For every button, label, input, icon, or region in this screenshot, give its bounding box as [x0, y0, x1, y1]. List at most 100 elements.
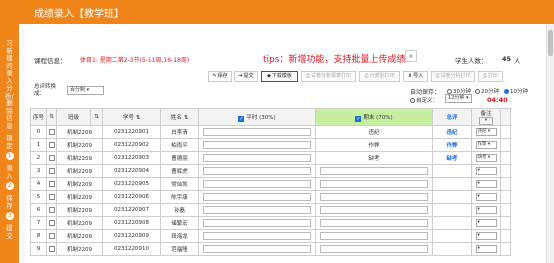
remark-select[interactable]: ▾ — [475, 245, 497, 253]
custom-interval-select[interactable]: 12分钟 ▾ — [445, 94, 472, 103]
category-print-button[interactable]: ⎙分类别打印 — [359, 71, 400, 82]
submit-button[interactable]: ➜提交 — [234, 71, 258, 82]
regular-score-input[interactable] — [203, 193, 311, 201]
row-checkbox[interactable] — [48, 219, 55, 226]
cell-final[interactable] — [315, 216, 433, 230]
regular-score-input[interactable] — [203, 219, 311, 227]
cell-regular[interactable] — [198, 190, 316, 204]
cell-regular[interactable] — [198, 203, 316, 217]
remark-select[interactable]: ▾ — [475, 219, 497, 227]
sidebar-item-help[interactable]: 习新建的录入分析/删除信息 — [4, 39, 16, 130]
cell-select[interactable] — [46, 164, 57, 178]
remark-select[interactable]: 违纪 ▾ — [475, 128, 497, 136]
remark-select[interactable]: ▾ — [475, 180, 497, 188]
total-convert-select[interactable]: 百分制 ▾ — [67, 86, 104, 95]
cell-final[interactable] — [315, 203, 433, 217]
cell-regular[interactable] — [198, 151, 316, 165]
download-template-button[interactable]: ◆下载模板 — [261, 71, 298, 82]
final-score-input[interactable] — [320, 180, 428, 188]
regular-score-input[interactable] — [203, 180, 311, 188]
cell-final[interactable] — [315, 177, 433, 191]
header-student-id[interactable]: 学号 ⇅ — [102, 108, 161, 126]
remark-header-select[interactable]: ▾ — [479, 117, 493, 125]
analysis-report-print-button[interactable]: ⎙试卷分析报表打印 — [301, 71, 356, 82]
header-final[interactable]: ✓ 期末 (70%) — [315, 108, 433, 126]
paper-analysis-print-button[interactable]: ⎙试卷分析打印 — [431, 71, 475, 82]
row-checkbox[interactable] — [48, 245, 55, 252]
cell-final[interactable] — [315, 242, 433, 256]
header-class-sort[interactable]: ⇅ — [90, 108, 103, 126]
remark-select[interactable]: ▾ — [475, 206, 497, 214]
cell-final[interactable] — [315, 229, 433, 243]
cell-final[interactable] — [315, 164, 433, 178]
sidebar-item-lock[interactable]: 锁定 1 — [4, 134, 16, 160]
cell-regular[interactable] — [198, 125, 316, 139]
cell-final[interactable]: 作弊 — [315, 138, 433, 152]
cell-select[interactable] — [46, 229, 57, 243]
save-button[interactable]: ✎保存 — [208, 71, 232, 82]
regular-score-input[interactable] — [203, 154, 311, 162]
cell-final[interactable] — [315, 190, 433, 204]
regular-score-input[interactable] — [203, 245, 311, 253]
cell-remark[interactable]: ▾ — [471, 164, 501, 178]
regular-score-input[interactable] — [203, 141, 311, 149]
regular-score-input[interactable] — [203, 128, 311, 136]
cell-regular[interactable] — [198, 164, 316, 178]
regular-score-input[interactable] — [203, 167, 311, 175]
sidebar-item-submit[interactable]: 提交 — [4, 224, 16, 240]
cell-select[interactable] — [46, 216, 57, 230]
cell-regular[interactable] — [198, 229, 316, 243]
row-checkbox[interactable] — [48, 180, 55, 187]
cell-remark[interactable]: ▾ — [471, 229, 501, 243]
remark-select[interactable]: 作弊 ▾ — [475, 141, 497, 149]
autosave-10min-radio[interactable]: 10分钟 — [504, 87, 528, 95]
remark-select[interactable]: ▾ — [475, 193, 497, 201]
regular-checkbox[interactable]: ✓ — [238, 115, 245, 122]
row-checkbox[interactable] — [48, 154, 55, 161]
cell-regular[interactable] — [198, 242, 316, 256]
regular-score-input[interactable] — [203, 232, 311, 240]
cell-select[interactable] — [46, 138, 57, 152]
final-checkbox[interactable]: ✓ — [355, 115, 362, 122]
row-checkbox[interactable] — [48, 232, 55, 239]
regular-score-input[interactable] — [203, 206, 311, 214]
cell-remark[interactable]: 作弊 ▾ — [471, 138, 501, 152]
autosave-custom-radio[interactable]: 自定义： — [410, 96, 438, 104]
row-checkbox[interactable] — [48, 193, 55, 200]
header-seq-sort[interactable]: ⇅ — [46, 108, 57, 126]
cell-select[interactable] — [46, 125, 57, 139]
final-score-input[interactable] — [320, 232, 428, 240]
cell-select[interactable] — [46, 151, 57, 165]
row-checkbox[interactable] — [48, 206, 55, 213]
cell-remark[interactable]: 缺考 ▾ — [471, 151, 501, 165]
row-checkbox[interactable] — [48, 128, 55, 135]
remark-select[interactable]: ▾ — [475, 167, 497, 175]
cell-remark[interactable]: ▾ — [471, 190, 501, 204]
sidebar-item-save[interactable]: 保存 3 — [4, 194, 16, 220]
row-checkbox[interactable] — [48, 167, 55, 174]
cell-final[interactable]: 缺考 — [315, 151, 433, 165]
remark-select[interactable]: 缺考 ▾ — [475, 154, 497, 162]
autosave-20min-radio[interactable]: 20分钟 — [475, 87, 499, 95]
cell-final[interactable]: 违纪 — [315, 125, 433, 139]
vertical-scrollbar[interactable] — [546, 24, 554, 263]
sidebar-item-enter[interactable]: 录入 2 — [4, 164, 16, 190]
cell-select[interactable] — [46, 177, 57, 191]
print-button[interactable]: ⎙打印 — [478, 71, 503, 82]
cell-select[interactable] — [46, 203, 57, 217]
cell-select[interactable] — [46, 190, 57, 204]
cell-regular[interactable] — [198, 138, 316, 152]
final-score-input[interactable] — [320, 206, 428, 214]
final-score-input[interactable] — [320, 219, 428, 227]
cell-remark[interactable]: ▾ — [471, 242, 501, 256]
cell-remark[interactable]: ▾ — [471, 216, 501, 230]
final-score-input[interactable] — [320, 167, 428, 175]
scrollbar-thumb[interactable] — [548, 30, 553, 56]
cell-regular[interactable] — [198, 177, 316, 191]
remark-select[interactable]: ▾ — [475, 232, 497, 240]
import-button[interactable]: ⬇导入 — [403, 71, 428, 82]
final-score-input[interactable] — [320, 245, 428, 253]
header-name[interactable]: 姓名 ⇅ — [160, 108, 199, 126]
cell-regular[interactable] — [198, 216, 316, 230]
cell-select[interactable] — [46, 242, 57, 256]
